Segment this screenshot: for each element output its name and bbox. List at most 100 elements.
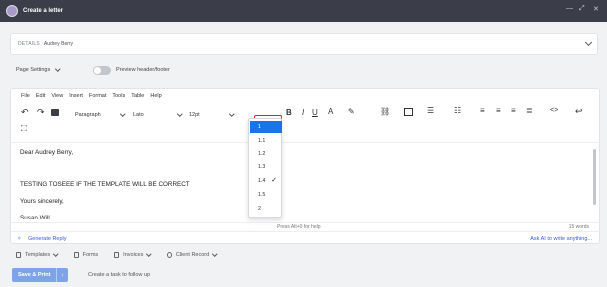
preview-header-footer-label: Preview header/footer: [116, 67, 170, 73]
source-code-icon[interactable]: <>: [550, 107, 558, 114]
create-task-label[interactable]: Create a task to follow up: [88, 272, 150, 278]
tab-label: Forms: [82, 252, 99, 258]
editor-status-bar: Press Alt+0 for help 15 words: [11, 222, 601, 231]
option-label: 1.4: [258, 178, 266, 184]
link-icon[interactable]: ⛓: [380, 107, 390, 116]
ask-ai-link[interactable]: Ask AI to write anything...: [530, 236, 592, 242]
arrow-down-icon[interactable]: ↓: [56, 268, 68, 282]
checkmark-icon: ✓: [271, 177, 277, 184]
line-height-option[interactable]: 1.2: [250, 148, 282, 160]
menu-file[interactable]: File: [21, 93, 30, 99]
line-height-option[interactable]: 1: [250, 121, 282, 133]
bottom-tabs: Templates Forms Invoices Client Record: [16, 251, 233, 258]
window-title: Create a letter: [23, 8, 64, 14]
font-size-select[interactable]: 12pt: [189, 110, 234, 119]
chevron-down-icon: [228, 111, 234, 116]
bullet-list-icon[interactable]: ☰: [427, 106, 434, 115]
bold-icon[interactable]: B: [286, 108, 292, 117]
redo-icon[interactable]: ↷: [37, 107, 45, 118]
italic-icon[interactable]: I: [302, 108, 304, 117]
toggle-knob: [94, 67, 101, 74]
page-settings-label: Page Settings: [16, 67, 51, 73]
avatar: [6, 5, 18, 17]
clear-formatting-icon[interactable]: ↩: [575, 106, 583, 117]
line-height-dropdown: 1 1.1 1.2 1.3 1.4 ✓ 1.5 2: [248, 118, 282, 218]
option-label: 1.3: [258, 164, 266, 170]
text-color-icon[interactable]: A: [328, 107, 333, 116]
underline-icon[interactable]: U: [312, 108, 318, 117]
highlight-icon[interactable]: ✎: [348, 107, 355, 116]
chevron-down-icon: [53, 251, 59, 257]
chevron-down-icon[interactable]: [584, 38, 593, 47]
save-print-button[interactable]: Save & Print ↓: [12, 268, 68, 282]
chevron-down-icon: [176, 111, 182, 116]
font-family-select[interactable]: Lato: [133, 110, 182, 119]
details-panel[interactable]: DETAILS Audrey Berry: [10, 33, 598, 55]
chevron-down-icon: [212, 251, 218, 257]
close-icon[interactable]: ✕: [593, 5, 599, 13]
tab-label: Client Record: [175, 252, 210, 258]
menu-edit[interactable]: Edit: [36, 93, 45, 99]
help-hint: Press Alt+0 for help: [277, 224, 321, 230]
clock-icon: [166, 252, 172, 258]
details-value: Audrey Berry: [43, 41, 74, 47]
doc-line: TESTING TOSEEE IF THE TEMPLATE WILL BE C…: [20, 181, 190, 188]
tab-client-record[interactable]: Client Record: [166, 251, 218, 258]
doc-line: Dear Audrey Berry,: [20, 149, 74, 156]
editor-menubar: File Edit View Insert Format Tools Table…: [21, 93, 162, 99]
undo-icon[interactable]: ↶: [21, 107, 29, 118]
menu-format[interactable]: Format: [89, 93, 106, 99]
option-label: 1: [258, 124, 261, 130]
form-icon: [73, 252, 79, 258]
doc-line: Susan Will...: [20, 215, 55, 222]
generate-reply-link[interactable]: Generate Reply: [28, 236, 67, 242]
line-height-option[interactable]: 1.5: [250, 189, 282, 201]
tab-forms[interactable]: Forms: [73, 252, 99, 258]
document-body[interactable]: Dear Audrey Berry, TESTING TOSEEE IF THE…: [11, 142, 601, 222]
font-family-value: Lato: [133, 111, 144, 118]
document-icon: [16, 252, 21, 258]
line-height-option[interactable]: 1.3: [250, 161, 282, 173]
rich-text-editor: File Edit View Insert Format Tools Table…: [10, 88, 601, 245]
option-label: 1.2: [258, 151, 266, 157]
tab-invoices[interactable]: Invoices: [114, 251, 152, 258]
font-size-value: 12pt: [189, 111, 200, 118]
expand-icon[interactable]: ⤢: [579, 5, 585, 13]
minimize-icon[interactable]: —: [566, 5, 573, 12]
tab-label: Templates: [25, 252, 51, 258]
ai-row: ✧ Generate Reply Ask AI to write anythin…: [11, 231, 601, 245]
line-height-option[interactable]: 1.4 ✓: [250, 175, 282, 187]
tab-templates[interactable]: Templates: [16, 251, 59, 258]
fullscreen-icon[interactable]: ⛶: [21, 124, 27, 134]
line-height-option[interactable]: 2: [250, 203, 282, 215]
menu-help[interactable]: Help: [150, 93, 161, 99]
image-icon[interactable]: [404, 108, 413, 116]
align-center-icon[interactable]: ≡: [496, 106, 501, 115]
tab-label: Invoices: [123, 252, 144, 258]
option-label: 1.5: [258, 192, 266, 198]
block-format-select[interactable]: Paragraph: [75, 110, 125, 119]
block-format-value: Paragraph: [75, 111, 101, 118]
align-right-icon[interactable]: ≡: [511, 106, 516, 115]
menu-view[interactable]: View: [51, 93, 63, 99]
chevron-down-icon: [146, 251, 152, 257]
word-count: 15 words: [568, 224, 589, 230]
align-left-icon[interactable]: ≡: [480, 106, 485, 115]
print-icon[interactable]: [51, 109, 59, 116]
save-print-label: Save & Print: [18, 272, 51, 278]
page-settings-dropdown[interactable]: Page Settings: [16, 66, 61, 73]
menu-tools[interactable]: Tools: [112, 93, 125, 99]
align-justify-icon[interactable]: ≣: [526, 106, 533, 115]
sparkle-icon: ✧: [17, 236, 22, 242]
details-label: DETAILS: [18, 41, 40, 47]
editor-scrollbar[interactable]: [593, 149, 596, 205]
numbered-list-icon[interactable]: ☷: [454, 106, 461, 115]
option-label: 2: [258, 206, 261, 212]
invoice-icon: [114, 252, 120, 258]
preview-header-footer-toggle[interactable]: [93, 66, 111, 75]
menu-table[interactable]: Table: [131, 93, 144, 99]
editor-toolbar: ↶ ↷ Paragraph Lato 12pt ≡ B I U A ✎ ⛓ ☰ …: [11, 104, 599, 133]
option-label: 1.1: [258, 138, 266, 144]
menu-insert[interactable]: Insert: [69, 93, 83, 99]
line-height-option[interactable]: 1.1: [250, 135, 282, 147]
